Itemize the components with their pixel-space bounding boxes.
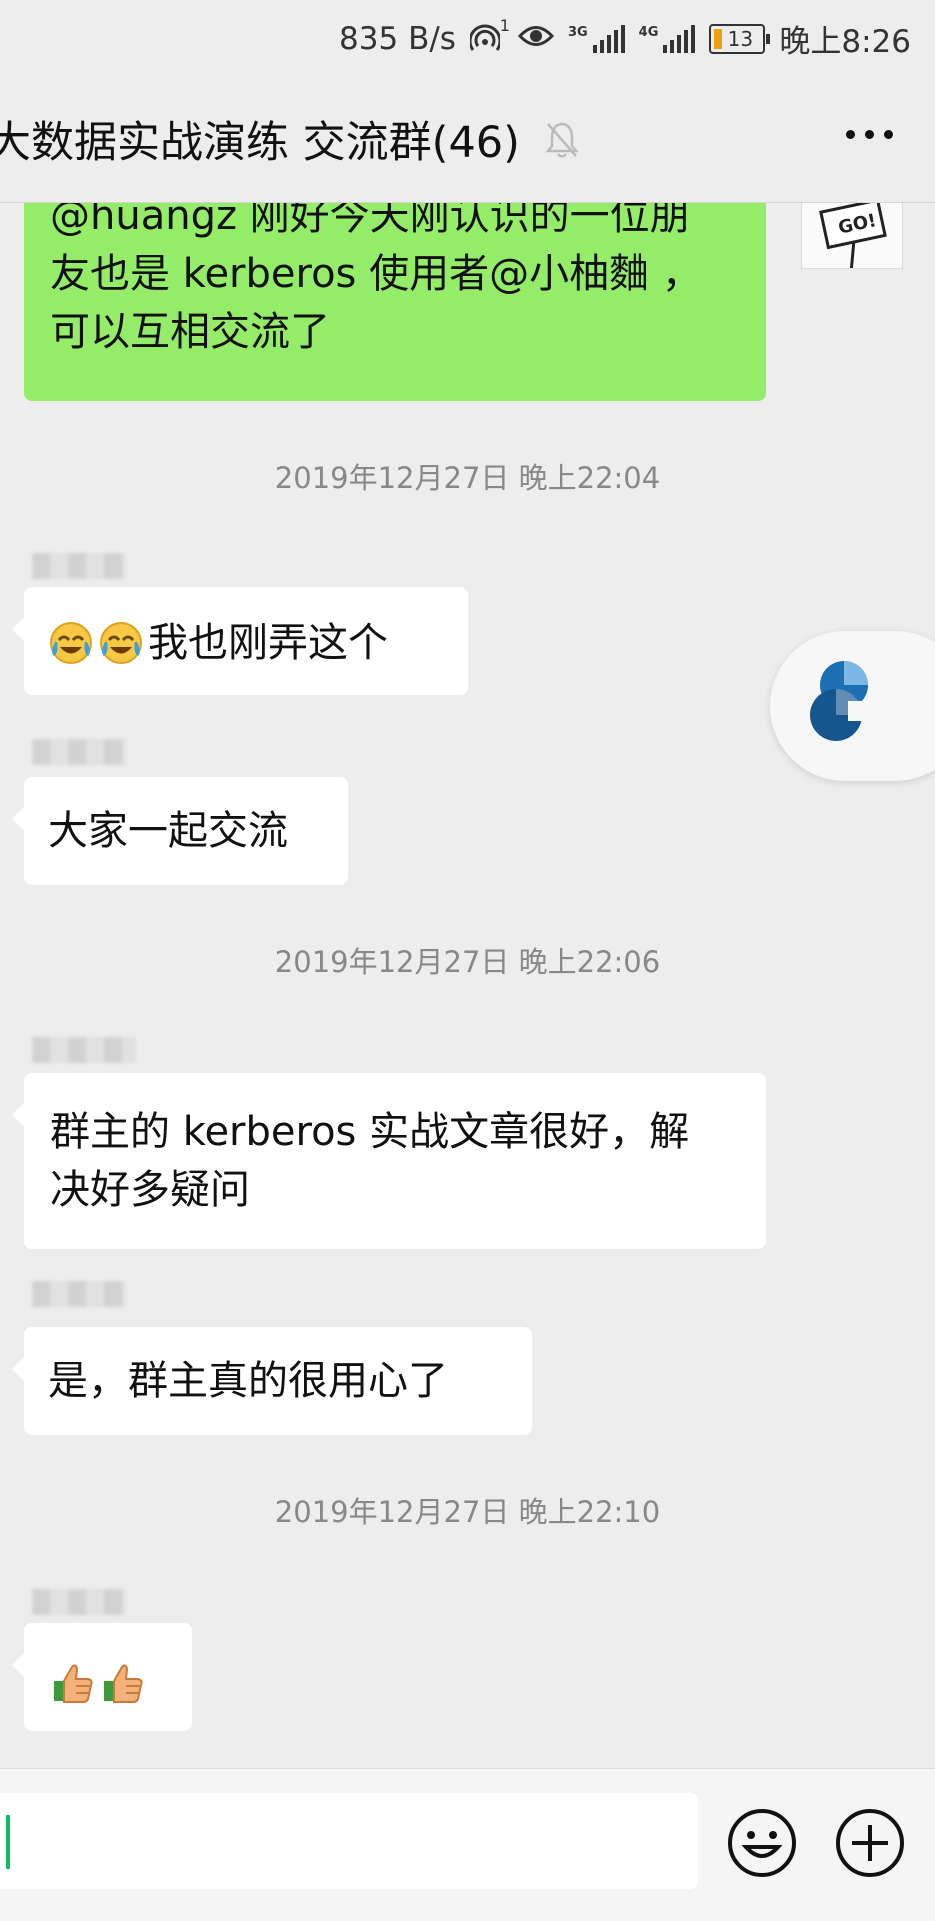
signal-4g-tag: 4G xyxy=(638,24,659,40)
message-timestamp: 2019年12月27日 晚上22:10 xyxy=(274,1495,661,1529)
message-text: 大家一起交流 xyxy=(48,808,288,854)
chat-header: 大数据实战演练 交流群(46) xyxy=(0,78,935,203)
text-caret xyxy=(6,1815,10,1869)
message-line: 决好多疑问 xyxy=(50,1167,250,1213)
message-input[interactable] xyxy=(0,1793,698,1889)
input-bar xyxy=(0,1768,935,1921)
status-bar: 835 B/s 1 3G 4G 13 晚上8:26 xyxy=(0,0,935,78)
message-line: 友也是 kerberos 使用者@小柚麯 ， xyxy=(50,251,702,297)
message-bubble-other[interactable] xyxy=(12,1623,192,1731)
thumbs-up-icon xyxy=(100,1659,146,1705)
status-time: 晚上8:26 xyxy=(779,24,911,60)
mute-bell-icon xyxy=(544,120,580,164)
sender-name-blurred xyxy=(32,553,126,579)
chat-title: 大数据实战演练 交流群(46) xyxy=(0,118,520,168)
more-options-icon[interactable] xyxy=(846,130,893,139)
signal-4g-icon: 4G xyxy=(638,24,696,53)
status-indicators: 835 B/s 1 3G 4G 13 晚上8:26 xyxy=(339,16,911,61)
signal-3g-tag: 3G xyxy=(567,24,588,40)
message-text: 我也刚弄这个 xyxy=(148,620,388,666)
sender-name-blurred xyxy=(32,1037,136,1063)
message-line: 群主的 kerberos 实战文章很好，解 xyxy=(50,1109,690,1155)
sender-name-blurred xyxy=(32,1281,126,1307)
battery-icon: 13 xyxy=(709,23,771,54)
self-avatar[interactable]: GO! xyxy=(801,203,903,269)
floating-window-ball[interactable] xyxy=(770,631,935,781)
eye-icon xyxy=(517,21,554,57)
message-timestamp: 2019年12月27日 晚上22:04 xyxy=(274,461,661,495)
message-bubble-self[interactable]: @huangz 刚好今天刚认识的一位朋 友也是 kerberos 使用者@小柚麯… xyxy=(24,203,766,401)
message-line: 可以互相交流了 xyxy=(50,309,330,355)
hotspot-icon: 1 xyxy=(468,16,510,54)
thumbs-up-icon xyxy=(50,1659,96,1705)
network-speed: 835 B/s xyxy=(339,20,456,57)
message-bubble-other[interactable]: 大家一起交流 xyxy=(12,777,348,885)
message-bubble-other[interactable]: 是，群主真的很用心了 xyxy=(12,1327,532,1435)
message-bubble-other[interactable]: 群主的 kerberos 实战文章很好，解 决好多疑问 xyxy=(12,1073,766,1249)
message-list[interactable]: GO! @huangz 刚好今天刚认识的一位朋 友也是 kerberos 使用者… xyxy=(0,203,935,1768)
signal-3g-icon: 3G xyxy=(567,24,625,53)
message-timestamp: 2019年12月27日 晚上22:06 xyxy=(274,945,661,979)
sender-name-blurred xyxy=(32,1589,126,1615)
message-line: @huangz 刚好今天刚认识的一位朋 xyxy=(50,203,690,239)
message-bubble-other[interactable]: 我也刚弄这个 xyxy=(12,587,468,695)
plus-more-icon[interactable] xyxy=(834,1807,906,1879)
face-with-tears-of-joy-icon xyxy=(48,620,94,666)
hotspot-count: 1 xyxy=(499,15,510,35)
face-with-tears-of-joy-icon xyxy=(98,620,144,666)
battery-level: 13 xyxy=(727,26,754,51)
message-text: 是，群主真的很用心了 xyxy=(48,1358,448,1404)
emoji-smile-icon[interactable] xyxy=(726,1807,798,1879)
sender-name-blurred xyxy=(32,739,126,765)
